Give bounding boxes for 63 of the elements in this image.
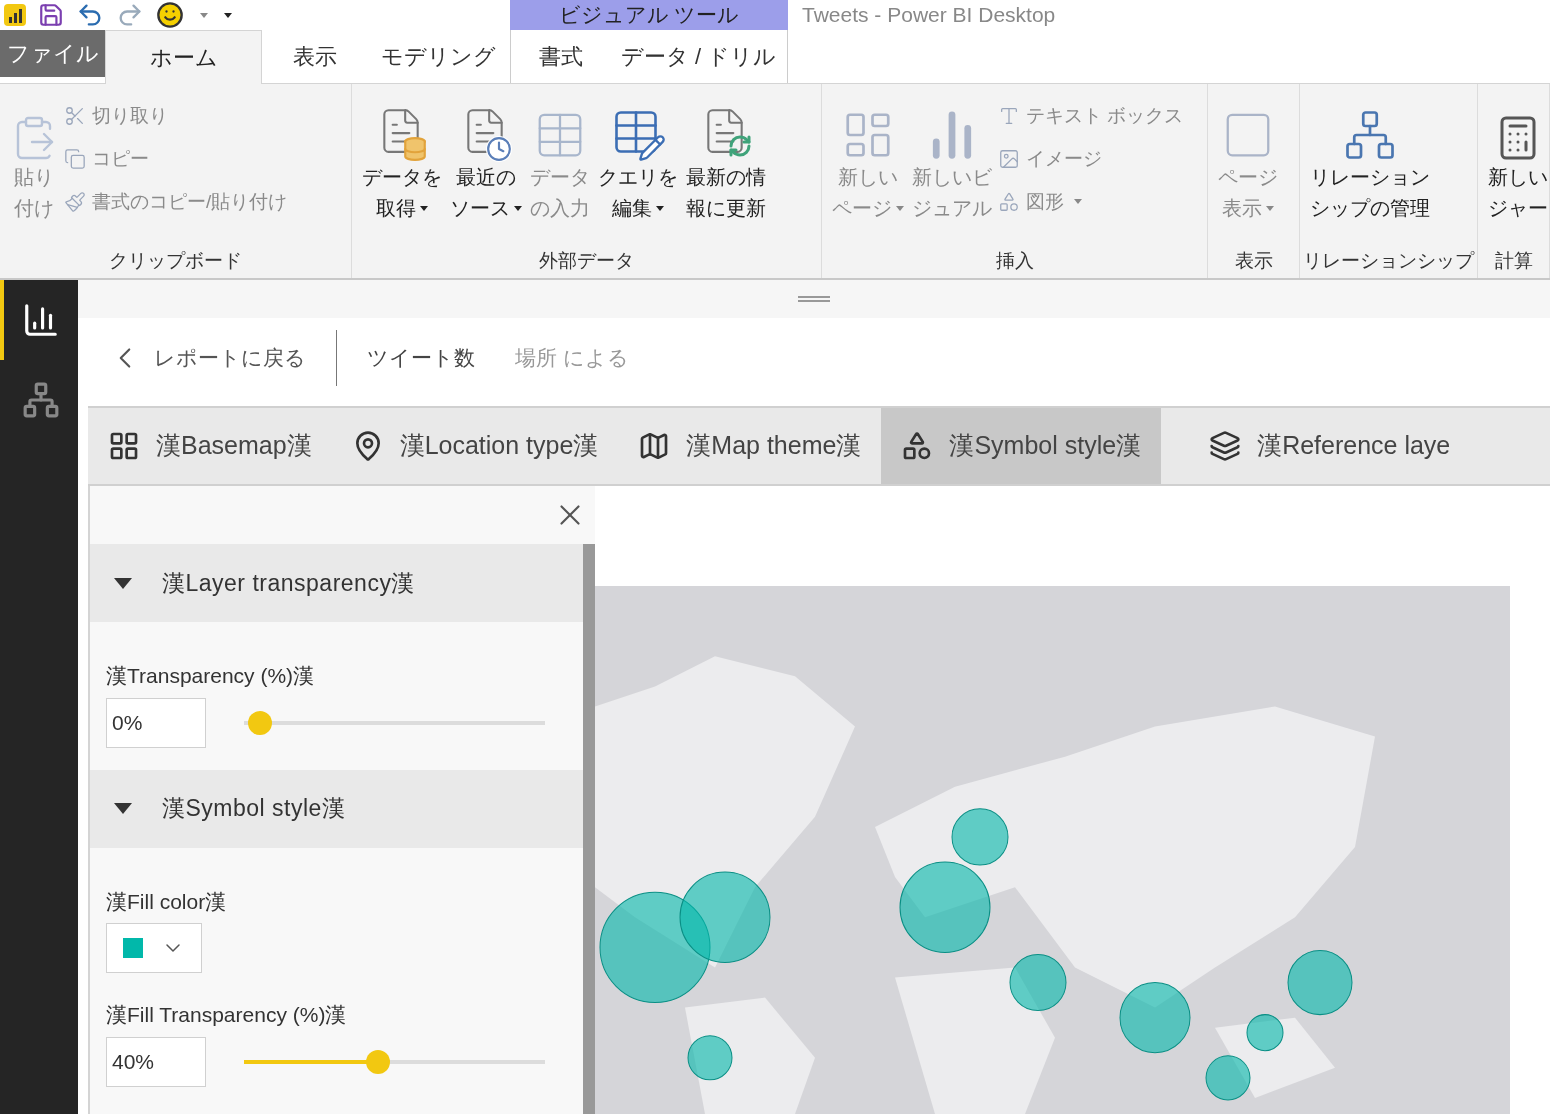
field-label: 場所 による bbox=[515, 345, 629, 372]
format-tab[interactable]: 漢Reference laye bbox=[1189, 408, 1471, 484]
section-header[interactable]: 漢Layer transparency漢 bbox=[90, 544, 583, 622]
group-label: 計算 bbox=[1494, 249, 1533, 273]
layers-icon bbox=[1209, 430, 1242, 462]
ribbon-tab[interactable]: データ / ドリル bbox=[610, 30, 788, 83]
collapse-icon bbox=[114, 803, 132, 814]
ribbon-tab[interactable]: 書式 bbox=[510, 30, 610, 83]
caret-icon bbox=[656, 206, 664, 211]
caret-icon bbox=[1074, 199, 1082, 204]
group-label: クリップボード bbox=[109, 249, 242, 273]
field-label: 漢Fill Transparency (%)漢 bbox=[106, 1002, 348, 1028]
grid-icon bbox=[108, 430, 140, 462]
format-tab[interactable]: 漢Location type漢 bbox=[331, 408, 619, 484]
app-logo-icon bbox=[4, 4, 26, 26]
copy-icon bbox=[64, 147, 86, 170]
hierarchy-icon bbox=[22, 381, 60, 419]
ribbon-button[interactable]: リレーション シップの管理 bbox=[1308, 96, 1432, 224]
paintbrush-icon bbox=[64, 190, 86, 213]
scrollbar[interactable] bbox=[583, 544, 595, 1114]
format-tab[interactable]: 漢Map theme漢 bbox=[618, 408, 882, 484]
field-label: ツイート数 bbox=[367, 345, 475, 372]
ribbon-button[interactable]: 新しい ジャー bbox=[1486, 96, 1549, 224]
group-label: 挿入 bbox=[995, 249, 1034, 273]
caret-icon bbox=[896, 206, 904, 211]
group-label: リレーションシップ bbox=[1303, 249, 1474, 273]
caret-icon bbox=[514, 206, 522, 211]
ribbon-button[interactable]: 最近の ソース bbox=[448, 96, 524, 224]
relationship-icon bbox=[1343, 108, 1397, 162]
format-tab[interactable]: 漢Basemap漢 bbox=[88, 408, 332, 484]
smiley-icon[interactable] bbox=[156, 1, 184, 29]
slider-thumb[interactable] bbox=[366, 1049, 391, 1074]
ribbon-tab[interactable]: モデリング bbox=[367, 30, 510, 83]
back-link[interactable]: レポートに戻る bbox=[108, 341, 306, 375]
field-label: 漢Transparency (%)漢 bbox=[106, 663, 316, 689]
ribbon-tab[interactable]: ホーム bbox=[105, 30, 262, 84]
section-header[interactable]: 漢Symbol style漢 bbox=[90, 769, 583, 848]
caret-icon bbox=[420, 206, 428, 211]
value-field[interactable]: 0% bbox=[106, 697, 206, 748]
ribbon-button[interactable]: データを 取得 bbox=[360, 96, 444, 224]
contextual-group-label: ビジュアル ツール bbox=[510, 0, 788, 30]
caret-icon bbox=[1266, 206, 1274, 211]
caret-icon bbox=[224, 12, 232, 18]
window-title: Tweets - Power BI Desktop bbox=[802, 2, 1056, 29]
ribbon-tab[interactable]: ファイル bbox=[0, 30, 105, 77]
image-icon bbox=[998, 147, 1020, 170]
save-icon[interactable] bbox=[38, 2, 64, 28]
slider-thumb[interactable] bbox=[248, 710, 272, 735]
shapes-icon bbox=[998, 190, 1020, 213]
scissors-icon bbox=[64, 104, 86, 127]
group-label: 表示 bbox=[1234, 249, 1273, 273]
drag-handle-icon[interactable] bbox=[798, 296, 830, 302]
ribbon-button[interactable]: 最新の情 報に更新 bbox=[684, 96, 768, 224]
caret-icon bbox=[200, 12, 208, 18]
bar-chart-icon bbox=[22, 301, 60, 339]
field-label: 漢Fill color漢 bbox=[106, 888, 228, 915]
group-label: 外部データ bbox=[539, 249, 634, 273]
format-tab[interactable]: 漢Symbol style漢 bbox=[881, 408, 1162, 484]
ribbon-button[interactable]: クエリを 編集 bbox=[596, 96, 680, 224]
value-field[interactable]: 40% bbox=[106, 1036, 206, 1087]
collapse-icon bbox=[114, 577, 132, 589]
ribbon-tab[interactable]: 表示 bbox=[262, 30, 367, 83]
color-picker[interactable] bbox=[106, 923, 202, 973]
